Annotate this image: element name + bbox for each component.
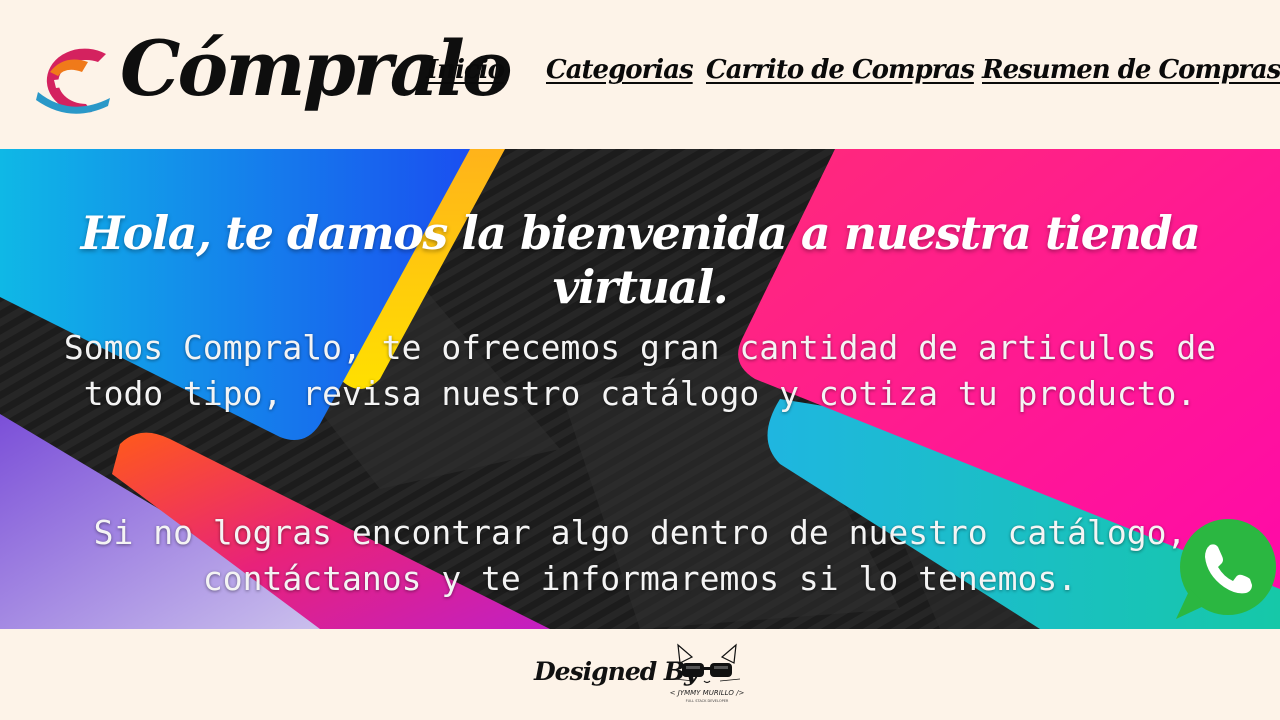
- author-subtitle: FULL STACK DEVELOPER: [685, 699, 729, 703]
- hero-paragraph-contact: Si no logras encontrar algo dentro de nu…: [93, 513, 1187, 598]
- nav-resumen-de-compras[interactable]: Resumen de Compras: [982, 55, 1280, 85]
- whatsapp-icon[interactable]: [1172, 519, 1278, 625]
- brand-logo-mark: [36, 48, 110, 114]
- author-name: < JYMMY MURILLO />: [669, 689, 745, 697]
- site-header: Cómpralo Inicio Categorias Carrito de Co…: [0, 0, 1280, 149]
- nav-categorias[interactable]: Categorias: [546, 55, 694, 85]
- hero-paragraph-intro: Somos Compralo, te ofrecemos gran cantid…: [63, 328, 1217, 413]
- nav-carrito-de-compras[interactable]: Carrito de Compras: [706, 55, 975, 85]
- hero-title: Hola, te damos la bienvenida a nuestra t…: [80, 205, 1201, 314]
- hero-banner: Hola, te damos la bienvenida a nuestra t…: [0, 149, 1280, 629]
- nav-inicio[interactable]: Inicio: [426, 55, 505, 85]
- site-footer: Designed By < JYMMY MURILLO /> FULL STAC…: [0, 629, 1280, 720]
- brand-logo[interactable]: Cómpralo: [28, 14, 513, 144]
